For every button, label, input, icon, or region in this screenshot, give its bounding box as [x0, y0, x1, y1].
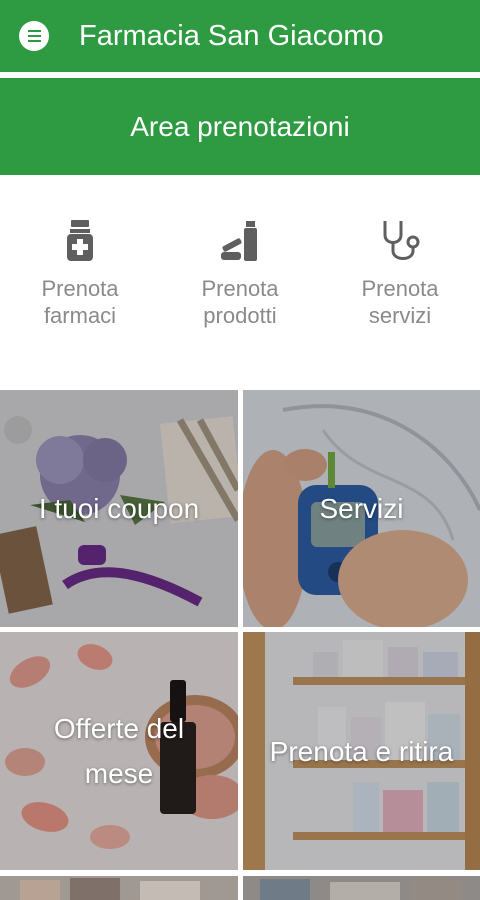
services-label: Servizi: [319, 493, 404, 524]
stethoscope-icon: [383, 221, 420, 260]
cosmetic-products-icon: [221, 221, 257, 261]
app-bar: Farmacia San Giacomo: [0, 0, 480, 72]
next-tiles-row-preview[interactable]: [0, 876, 480, 900]
book-and-collect-label: Prenota e ritira: [269, 735, 454, 767]
monthly-offers-tile[interactable]: Offerte del mese: [0, 632, 238, 870]
coupons-tile[interactable]: I tuoi coupon: [0, 390, 238, 627]
book-products-label: Prenota prodotti: [201, 276, 279, 328]
next-tiles-image: [0, 876, 480, 900]
booking-area-banner[interactable]: Area prenotazioni: [0, 78, 480, 175]
book-medicines-label: Prenota farmaci: [41, 276, 119, 328]
book-products-button[interactable]: Prenota prodotti: [160, 175, 320, 390]
services-tile[interactable]: Servizi: [243, 390, 480, 627]
menu-icon[interactable]: [19, 21, 49, 51]
book-services-button[interactable]: Prenota servizi: [320, 175, 480, 390]
app-title: Farmacia San Giacomo: [79, 19, 384, 52]
book-and-collect-tile[interactable]: Prenota e ritira: [243, 632, 480, 870]
book-services-label: Prenota servizi: [361, 276, 439, 328]
medicine-bottle-icon: [67, 220, 93, 261]
quick-actions: Prenota farmaci Prenota prodotti Prenota…: [0, 175, 480, 390]
monthly-offers-label: Offerte del mese: [53, 713, 185, 789]
book-medicines-button[interactable]: Prenota farmaci: [0, 175, 160, 390]
coupons-label: I tuoi coupon: [38, 493, 200, 524]
